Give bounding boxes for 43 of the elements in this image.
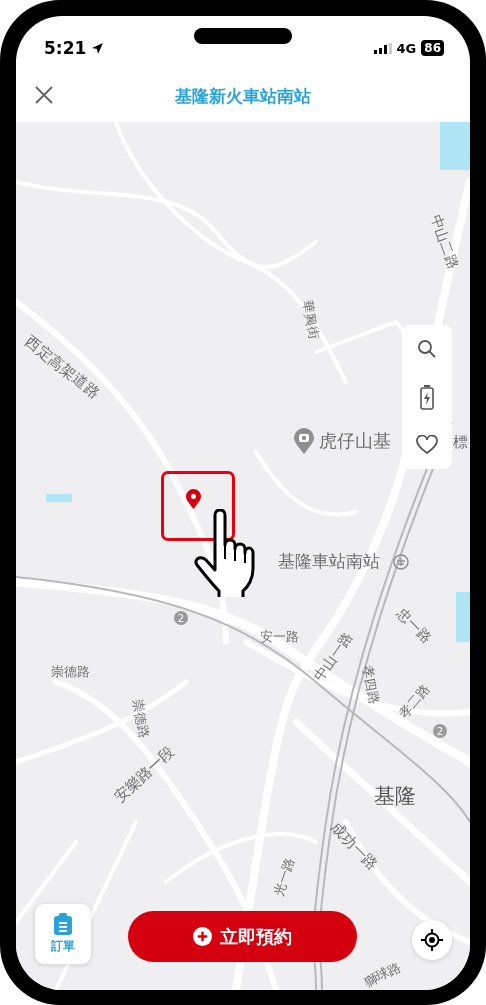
street-label: 華興街: [298, 298, 323, 341]
place-label: 虎仔山基: [319, 429, 391, 453]
battery-charging-icon: [420, 384, 434, 410]
status-time: 5:21: [44, 38, 87, 58]
network-type: 4G: [396, 40, 417, 56]
street-label: 西定高架道路: [20, 331, 104, 403]
street-label: 光一路: [268, 855, 299, 898]
road-shield: 2: [174, 611, 188, 625]
heart-icon: [416, 435, 438, 455]
street-label: 孝四路: [358, 663, 383, 706]
my-location-button[interactable]: [412, 920, 452, 960]
book-now-button[interactable]: 立即預約: [128, 911, 357, 962]
water-area: [440, 122, 470, 170]
street-label: 忠一路: [393, 604, 436, 648]
water-area: [456, 592, 470, 642]
close-icon[interactable]: [34, 85, 54, 105]
train-station-icon: [393, 554, 409, 570]
signal-icon: [373, 42, 392, 54]
clipboard-icon: [54, 913, 72, 935]
street-label: 標: [452, 432, 468, 452]
street-label: 崇德路: [128, 697, 153, 740]
street-label: 孝二路: [394, 679, 433, 722]
crosshair-icon: [421, 929, 443, 951]
pointing-hand-icon: [193, 509, 257, 597]
orders-button[interactable]: 訂單: [35, 904, 91, 964]
map-pin-icon: [186, 489, 201, 509]
street-label: 安一路: [259, 627, 299, 646]
road-shield: 2: [433, 724, 447, 738]
street-label: 中山二路: [426, 212, 463, 272]
location-arrow-icon: [91, 41, 105, 55]
street-label: 安樂路一段: [109, 741, 179, 807]
street-label: 獅球路: [360, 958, 404, 990]
page-title: 基隆新火車站南站: [175, 84, 311, 108]
water-area: [46, 494, 72, 502]
street-label: 成功一路: [326, 818, 382, 874]
plus-circle-icon: [193, 927, 212, 946]
city-label: 基隆: [374, 783, 416, 810]
street-label: 崇德路: [50, 662, 90, 681]
camera-pin-icon: [294, 428, 314, 454]
search-icon: [417, 339, 437, 359]
battery-level: 86: [421, 40, 444, 56]
street-label: 中山一路: [310, 628, 357, 686]
station-label: 基隆車站南站: [278, 550, 380, 573]
